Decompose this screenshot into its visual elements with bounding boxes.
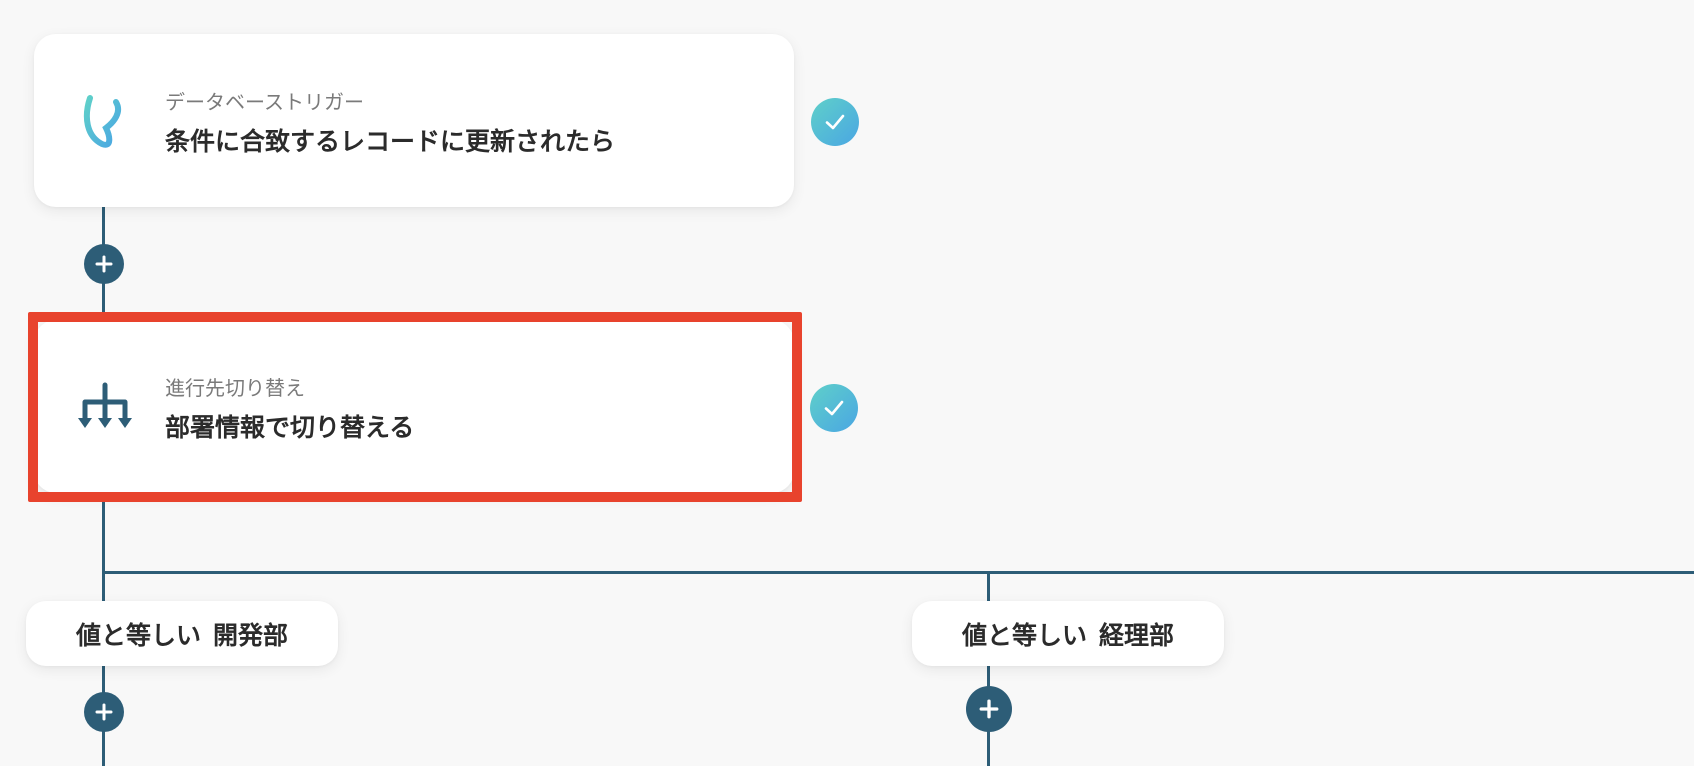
branch-condition-pill-2[interactable]: 値と等しい 経理部 [912,601,1224,666]
branch-switch-icon [76,382,134,438]
add-step-button-branch-2[interactable] [966,686,1012,732]
branch-step-title: 部署情報で切り替える [165,413,415,442]
trigger-step-title: 条件に合致するレコードに更新されたら [165,127,616,156]
yoom-logo-icon [80,92,132,158]
plus-icon [95,255,113,273]
trigger-step-card[interactable]: データベーストリガー 条件に合致するレコードに更新されたら [34,34,794,207]
branch-status-check-icon [810,384,858,432]
plus-icon [95,703,113,721]
plus-icon [979,699,999,719]
branch-condition-label: 値と等しい [961,620,1087,650]
add-step-button-branch-1[interactable] [84,692,124,732]
branch-condition-value: 開発部 [213,620,289,650]
branch-step-card[interactable]: 進行先切り替え 部署情報で切り替える [34,320,794,493]
branch-condition-value: 経理部 [1099,620,1175,650]
branch-step-subtitle: 進行先切り替え [165,376,305,400]
branch-horizontal-line [102,571,1694,574]
trigger-status-check-icon [811,98,859,146]
connector-line-branch-2-top [987,571,990,601]
branch-condition-pill-1[interactable]: 値と等しい 開発部 [26,601,338,666]
trigger-step-subtitle: データベーストリガー [165,90,364,114]
branch-condition-label: 値と等しい [75,620,201,650]
add-step-button[interactable] [84,244,124,284]
connector-line-main-2 [102,497,105,601]
